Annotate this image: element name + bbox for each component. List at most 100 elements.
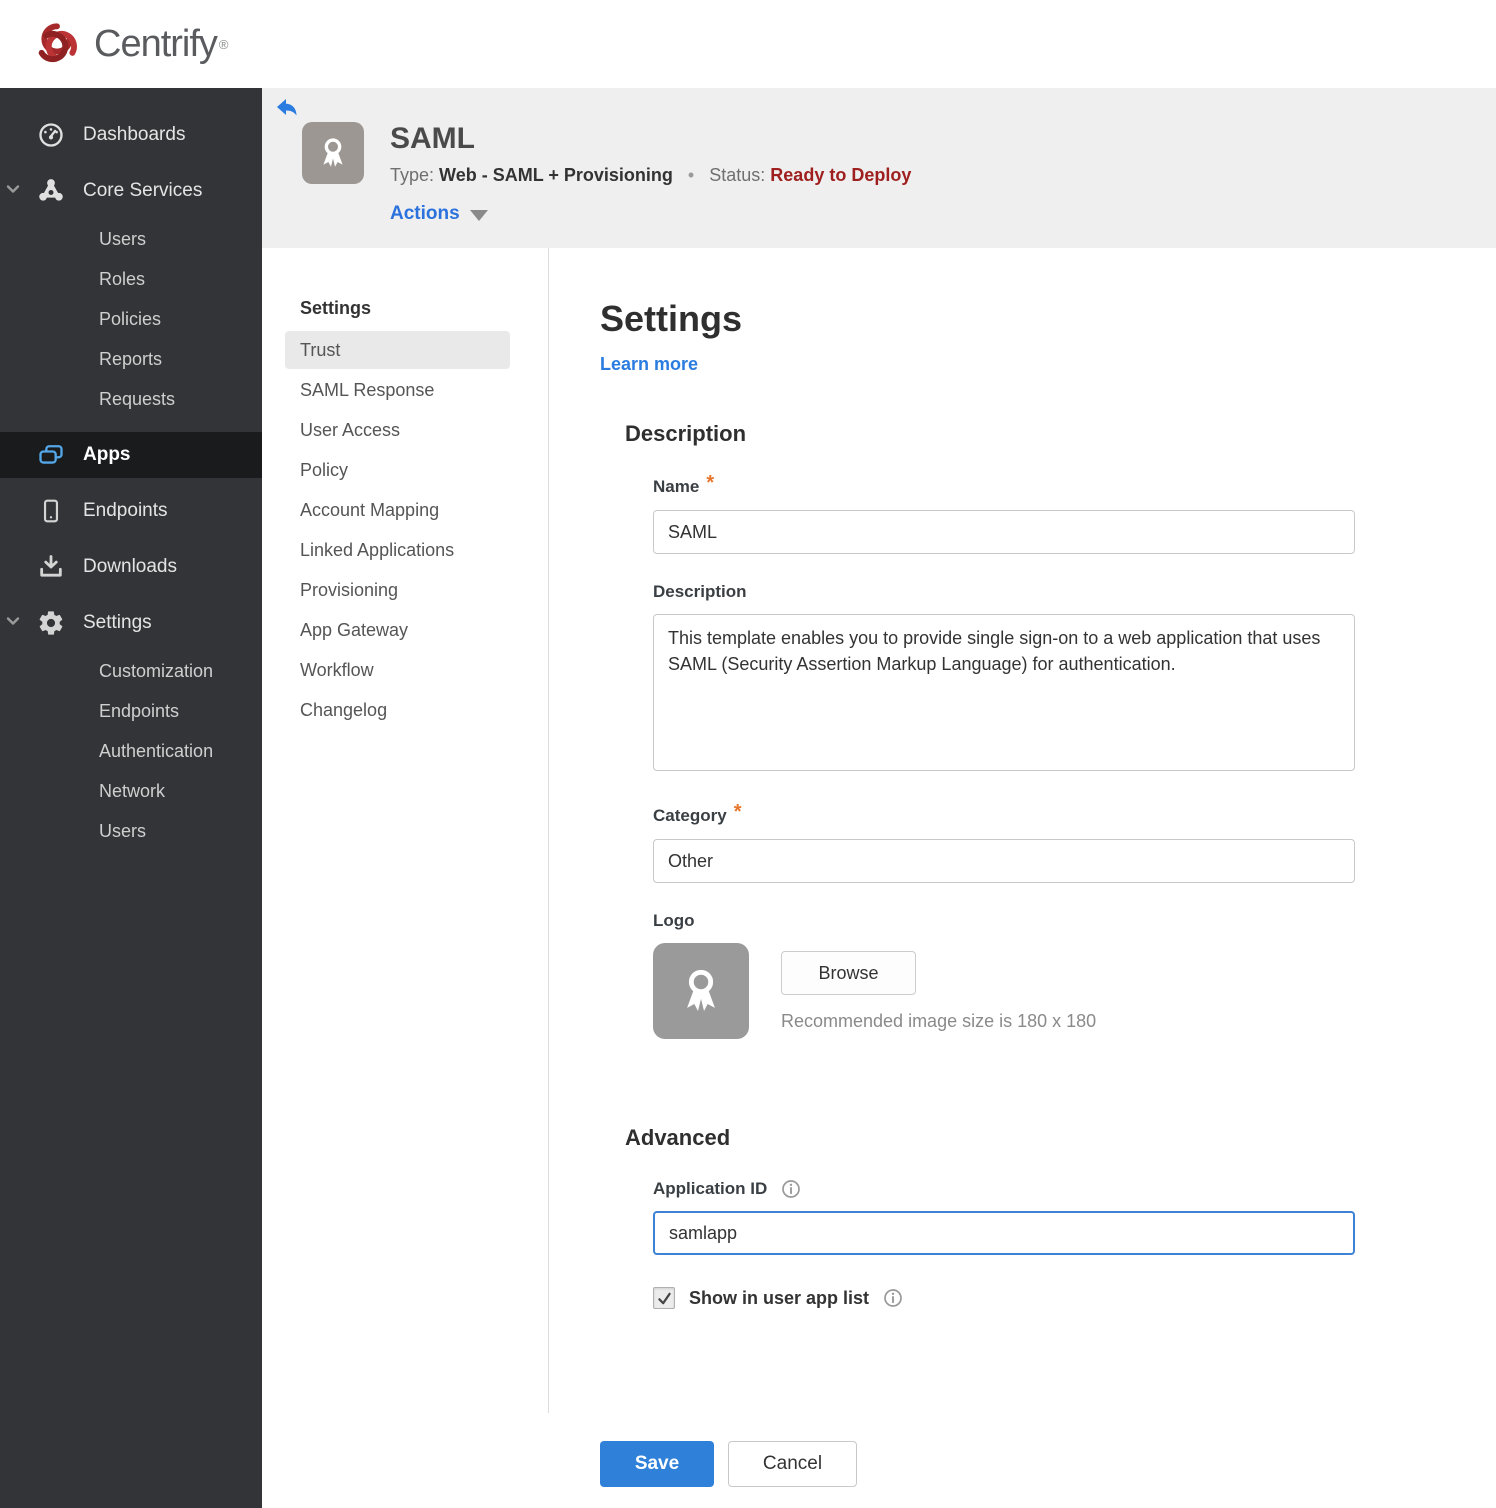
apps-icon <box>36 440 66 470</box>
ribbon-icon <box>323 138 343 167</box>
sidebar-child-label: Network <box>99 780 166 801</box>
subnav-item-trust[interactable]: Trust <box>285 331 510 369</box>
show-in-app-list-row: Show in user app list <box>653 1287 1496 1309</box>
info-icon[interactable] <box>781 1179 801 1199</box>
sidebar-item-endpoints[interactable]: Endpoints <box>0 483 262 539</box>
show-in-app-list-label: Show in user app list <box>689 1287 870 1308</box>
show-in-app-list-checkbox[interactable] <box>653 1287 675 1309</box>
caret-down-icon <box>469 210 488 221</box>
status-value: Ready to Deploy <box>770 165 912 185</box>
name-input[interactable] <box>653 510 1355 554</box>
application-id-label-text: Application ID <box>653 1179 768 1198</box>
category-label-text: Category <box>653 805 727 825</box>
sidebar-child-label: Requests <box>99 388 176 409</box>
cancel-button[interactable]: Cancel <box>728 1441 857 1487</box>
subnav-item-provisioning[interactable]: Provisioning <box>285 571 510 609</box>
advanced-section-heading: Advanced <box>625 1125 731 1150</box>
sidebar-item-policies[interactable]: Policies <box>0 299 262 339</box>
type-label: Type: <box>390 165 435 185</box>
gear-icon <box>36 608 66 638</box>
sidebar-item-customization[interactable]: Customization <box>0 651 262 691</box>
required-asterisk: * <box>706 472 715 494</box>
sidebar-child-label: Users <box>99 228 147 249</box>
back-arrow-icon[interactable] <box>276 98 298 118</box>
settings-form: Settings Learn more Description Name * D… <box>549 248 1496 1413</box>
sidebar-child-label: Customization <box>99 660 214 681</box>
subnav-item-policy[interactable]: Policy <box>285 451 510 489</box>
sidebar-item-label: Dashboards <box>83 124 186 145</box>
description-textarea[interactable]: This template enables you to provide sin… <box>653 614 1355 771</box>
learn-more-link[interactable]: Learn more <box>600 354 698 375</box>
type-value: Web - SAML + Provisioning <box>439 165 673 185</box>
sidebar-child-label: Roles <box>99 268 146 289</box>
sidebar-item-authentication[interactable]: Authentication <box>0 731 262 771</box>
subnav-item-saml-response[interactable]: SAML Response <box>285 371 510 409</box>
sidebar-item-apps[interactable]: Apps <box>0 432 262 478</box>
subnav-item-account-mapping[interactable]: Account Mapping <box>285 491 510 529</box>
sidebar-item-requests[interactable]: Requests <box>0 379 262 419</box>
browse-button[interactable]: Browse <box>781 951 916 995</box>
application-id-label: Application ID <box>653 1179 1496 1199</box>
application-id-input[interactable] <box>653 1211 1355 1255</box>
sidebar-item-label: Downloads <box>83 556 177 577</box>
centrify-swirl-icon <box>38 23 77 63</box>
info-icon[interactable] <box>883 1288 903 1308</box>
description-label-text: Description <box>653 582 747 601</box>
category-field-group: Category * <box>653 801 1496 883</box>
sidebar-child-label: Authentication <box>99 740 214 761</box>
name-label-text: Name <box>653 476 700 496</box>
page-title: Settings <box>600 298 743 339</box>
name-label: Name * <box>653 472 1496 498</box>
sidebar-item-label: Settings <box>83 612 152 633</box>
centrify-logo: Centrify ® <box>30 17 229 71</box>
main-area: SAML Type: Web - SAML + Provisioning • S… <box>262 88 1496 1508</box>
sidebar-item-settings-endpoints[interactable]: Endpoints <box>0 691 262 731</box>
mobile-icon <box>36 496 66 526</box>
sidebar-child-label: Endpoints <box>99 700 180 721</box>
sidebar-item-dashboards[interactable]: Dashboards <box>0 107 262 163</box>
checkmark-icon <box>657 1292 671 1304</box>
sidebar-item-users[interactable]: Users <box>0 219 262 259</box>
logo-label: Logo <box>653 911 1496 931</box>
settings-subnav: Settings Trust SAML Response User Access… <box>262 248 549 1413</box>
sidebar-item-network[interactable]: Network <box>0 771 262 811</box>
top-header: Centrify ® <box>0 0 1496 88</box>
save-button[interactable]: Save <box>600 1441 714 1487</box>
sidebar-item-label: Core Services <box>83 180 203 201</box>
app-meta-row: Type: Web - SAML + Provisioning • Status… <box>390 165 911 186</box>
sidebar-child-label: Reports <box>99 348 163 369</box>
app-title: SAML <box>390 122 475 155</box>
gauge-icon <box>36 120 66 150</box>
subnav-heading: Settings <box>300 298 372 318</box>
subnav-item-linked-applications[interactable]: Linked Applications <box>285 531 510 569</box>
actions-dropdown[interactable]: Actions <box>390 203 911 225</box>
brand-name: Centrify <box>94 22 218 65</box>
sidebar-item-settings[interactable]: Settings <box>0 595 262 651</box>
name-field-group: Name * <box>653 472 1496 554</box>
sidebar-child-label: Policies <box>99 308 162 329</box>
chevron-down-icon[interactable] <box>4 612 22 635</box>
subnav-item-app-gateway[interactable]: App Gateway <box>285 611 510 649</box>
core-services-icon <box>36 176 66 206</box>
app-logo-badge <box>302 122 364 184</box>
chevron-down-icon[interactable] <box>4 180 22 203</box>
sidebar-item-core-services[interactable]: Core Services <box>0 163 262 219</box>
subnav-item-changelog[interactable]: Changelog <box>285 691 510 729</box>
sidebar: Dashboards Core Services Users Roles Pol… <box>0 88 262 1508</box>
app-header-band: SAML Type: Web - SAML + Provisioning • S… <box>262 88 1496 248</box>
category-input[interactable] <box>653 839 1355 883</box>
subnav-item-workflow[interactable]: Workflow <box>285 651 510 689</box>
description-label: Description <box>653 582 1496 602</box>
subnav-item-user-access[interactable]: User Access <box>285 411 510 449</box>
sidebar-item-settings-users[interactable]: Users <box>0 811 262 851</box>
actions-label: Actions <box>390 203 460 224</box>
form-footer: Save Cancel <box>600 1441 1496 1487</box>
status-label: Status: <box>709 165 766 185</box>
logo-size-hint: Recommended image size is 180 x 180 <box>781 1011 1097 1031</box>
sidebar-item-roles[interactable]: Roles <box>0 259 262 299</box>
sidebar-item-downloads[interactable]: Downloads <box>0 539 262 595</box>
sidebar-item-label: Endpoints <box>83 500 168 521</box>
description-section-heading: Description <box>625 421 747 446</box>
application-id-field-group: Application ID <box>653 1179 1496 1255</box>
sidebar-item-reports[interactable]: Reports <box>0 339 262 379</box>
